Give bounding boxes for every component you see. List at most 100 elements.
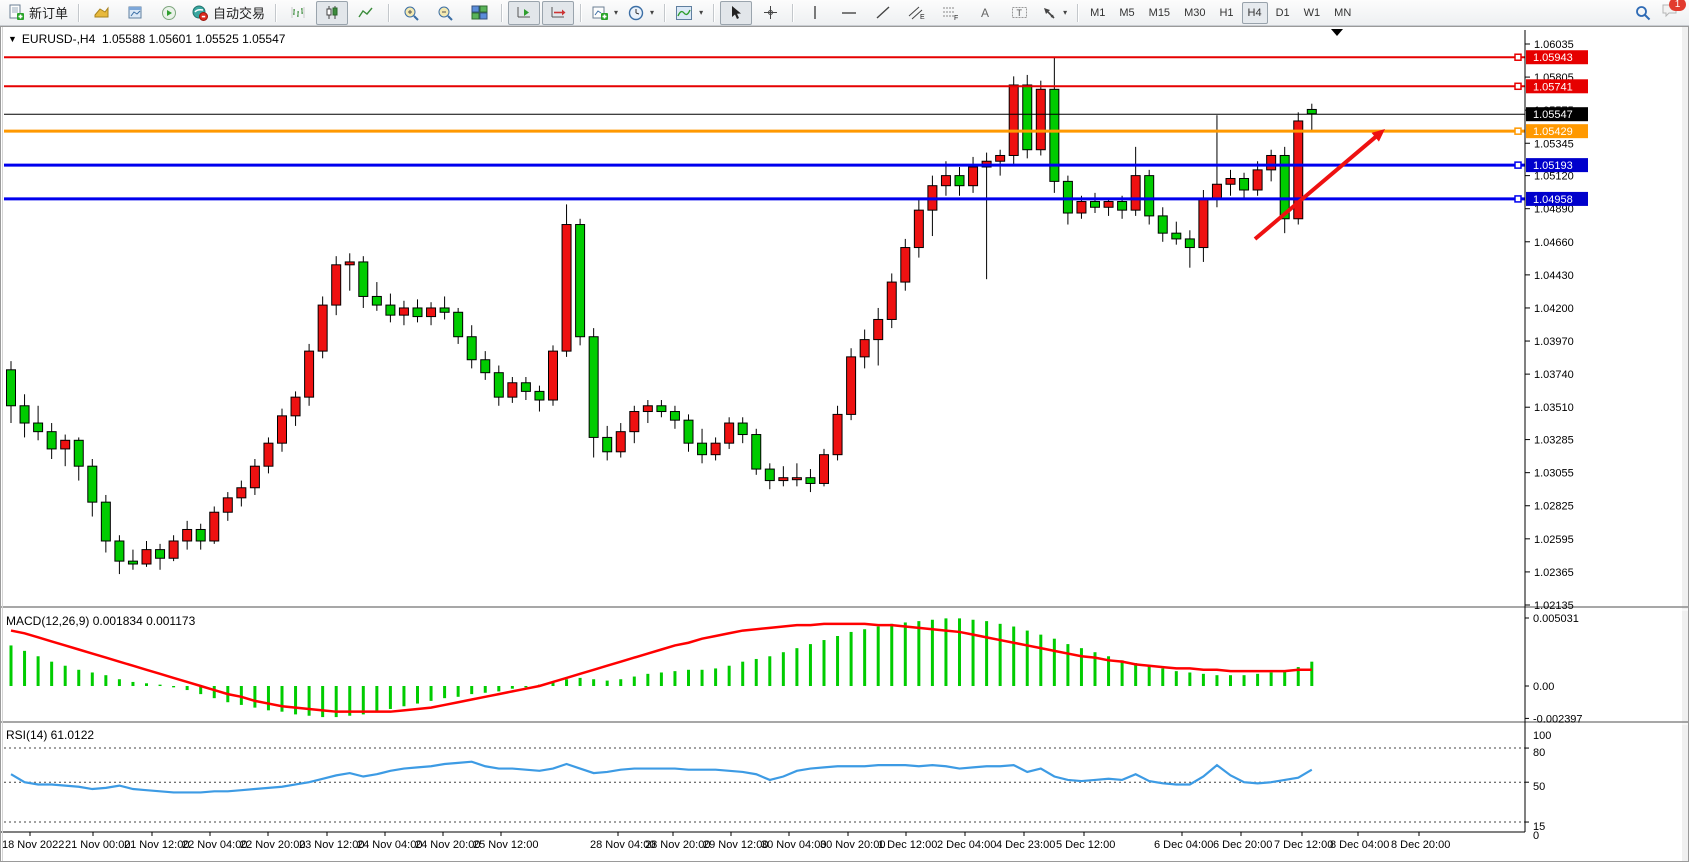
chart-shift-icon	[550, 5, 567, 20]
toolbar-separator	[580, 4, 581, 22]
candlestick-chart-icon	[324, 5, 340, 20]
auto-scroll-icon	[516, 5, 533, 20]
svg-text:22 Nov 04:00: 22 Nov 04:00	[182, 839, 247, 851]
chart-shift-button[interactable]	[542, 1, 574, 25]
svg-text:4 Dec 23:00: 4 Dec 23:00	[996, 839, 1055, 851]
text-button[interactable]: A	[969, 1, 1001, 25]
svg-text:1.05120: 1.05120	[1534, 171, 1574, 183]
svg-text:0.00: 0.00	[1533, 681, 1554, 693]
svg-text:1.03740: 1.03740	[1534, 369, 1574, 381]
timeframe-button-m5[interactable]: M5	[1113, 2, 1140, 24]
svg-text:1.05193: 1.05193	[1533, 160, 1573, 172]
svg-text:21 Nov 00:00: 21 Nov 00:00	[65, 839, 130, 851]
vertical-line-icon	[809, 5, 821, 20]
svg-text:T: T	[1016, 8, 1022, 18]
clock-icon	[628, 5, 645, 21]
data-window-icon	[127, 5, 144, 20]
trendline-button[interactable]	[867, 1, 899, 25]
svg-text:100: 100	[1533, 730, 1551, 742]
zoom-in-button[interactable]	[395, 1, 427, 25]
svg-text:1.04430: 1.04430	[1534, 270, 1574, 282]
dropdown-caret-icon: ▾	[699, 8, 703, 17]
svg-text:1.03285: 1.03285	[1534, 435, 1574, 447]
line-chart-button[interactable]	[350, 1, 382, 25]
svg-text:1.03510: 1.03510	[1534, 402, 1574, 414]
svg-text:1 Dec 12:00: 1 Dec 12:00	[878, 839, 937, 851]
search-button[interactable]	[1627, 1, 1659, 25]
indicators-button[interactable]: ▾	[671, 1, 707, 25]
vertical-line-button[interactable]	[799, 1, 831, 25]
profile-button[interactable]	[85, 1, 117, 25]
svg-text:8 Dec 20:00: 8 Dec 20:00	[1391, 839, 1450, 851]
timeframe-button-w1[interactable]: W1	[1298, 2, 1327, 24]
svg-text:30 Nov 04:00: 30 Nov 04:00	[761, 839, 826, 851]
timeframe-button-h1[interactable]: H1	[1213, 2, 1239, 24]
chart-window[interactable]: 1.060351.058051.055751.053451.051201.048…	[0, 26, 1689, 862]
svg-text:1.06035: 1.06035	[1534, 39, 1574, 51]
svg-text:22 Nov 20:00: 22 Nov 20:00	[240, 839, 305, 851]
arrows-button[interactable]: ▾	[1037, 1, 1071, 25]
new-chart-button[interactable]: ▾	[587, 1, 622, 25]
data-window-button[interactable]	[119, 1, 151, 25]
new-order-icon	[8, 4, 25, 21]
svg-text:5 Dec 12:00: 5 Dec 12:00	[1056, 839, 1115, 851]
svg-text:1.05345: 1.05345	[1534, 138, 1574, 150]
autotrading-label: 自动交易	[213, 3, 265, 22]
periods-button[interactable]: ▾	[624, 1, 658, 25]
svg-text:1.03055: 1.03055	[1534, 468, 1574, 480]
notifications-button[interactable]: 1	[1661, 2, 1679, 23]
svg-text:F: F	[954, 15, 958, 21]
toolbar-separator	[275, 4, 276, 22]
candlestick-chart-button[interactable]	[316, 1, 348, 25]
svg-text:50: 50	[1533, 781, 1545, 793]
signals-button[interactable]	[153, 1, 185, 25]
timeframe-button-h4[interactable]: H4	[1242, 2, 1268, 24]
cursor-button[interactable]	[720, 1, 752, 25]
signals-icon	[161, 5, 177, 21]
timeframe-button-m1[interactable]: M1	[1084, 2, 1111, 24]
horizontal-line-button[interactable]	[833, 1, 865, 25]
equidistant-channel-icon: E	[908, 5, 926, 21]
svg-text:1.02365: 1.02365	[1534, 567, 1574, 579]
svg-text:80: 80	[1533, 747, 1545, 759]
svg-text:24 Nov 20:00: 24 Nov 20:00	[415, 839, 480, 851]
line-chart-icon	[358, 5, 374, 20]
main-toolbar: 新订单 自动交易	[0, 0, 1689, 26]
svg-text:23 Nov 12:00: 23 Nov 12:00	[299, 839, 364, 851]
new-order-button[interactable]: 新订单	[4, 1, 72, 25]
toolbar-separator	[664, 4, 665, 22]
autotrading-button[interactable]: 自动交易	[187, 1, 269, 25]
indicators-icon	[675, 5, 694, 21]
toolbar-separator	[1077, 4, 1078, 22]
trendline-icon	[875, 5, 891, 20]
toolbar-separator	[388, 4, 389, 22]
svg-text:8 Dec 04:00: 8 Dec 04:00	[1330, 839, 1389, 851]
horizontal-line-icon	[841, 6, 857, 20]
bar-chart-icon	[290, 5, 306, 20]
dropdown-caret-icon: ▾	[614, 8, 618, 17]
crosshair-button[interactable]	[754, 1, 786, 25]
timeframe-button-m30[interactable]: M30	[1178, 2, 1211, 24]
equidistant-channel-button[interactable]: E	[901, 1, 933, 25]
autotrading-icon	[191, 5, 209, 21]
tile-windows-button[interactable]	[463, 1, 495, 25]
auto-scroll-button[interactable]	[508, 1, 540, 25]
timeframe-button-mn[interactable]: MN	[1328, 2, 1357, 24]
arrows-icon	[1041, 5, 1058, 20]
svg-text:1.05429: 1.05429	[1533, 126, 1573, 138]
svg-text:1.02825: 1.02825	[1534, 501, 1574, 513]
timeframe-button-d1[interactable]: D1	[1270, 2, 1296, 24]
bar-chart-button[interactable]	[282, 1, 314, 25]
text-icon: A	[978, 5, 992, 20]
timeframe-button-m15[interactable]: M15	[1143, 2, 1176, 24]
svg-text:0: 0	[1533, 830, 1539, 842]
svg-text:1.02135: 1.02135	[1534, 600, 1574, 612]
text-label-button[interactable]: T	[1003, 1, 1035, 25]
svg-text:A: A	[981, 6, 989, 20]
fibonacci-button[interactable]: F	[935, 1, 967, 25]
price-chart-canvas[interactable]: 1.060351.058051.055751.053451.051201.048…	[0, 26, 1689, 862]
svg-text:-0.002397: -0.002397	[1533, 713, 1583, 725]
search-icon	[1635, 5, 1651, 21]
svg-text:1.03970: 1.03970	[1534, 336, 1574, 348]
zoom-out-button[interactable]	[429, 1, 461, 25]
